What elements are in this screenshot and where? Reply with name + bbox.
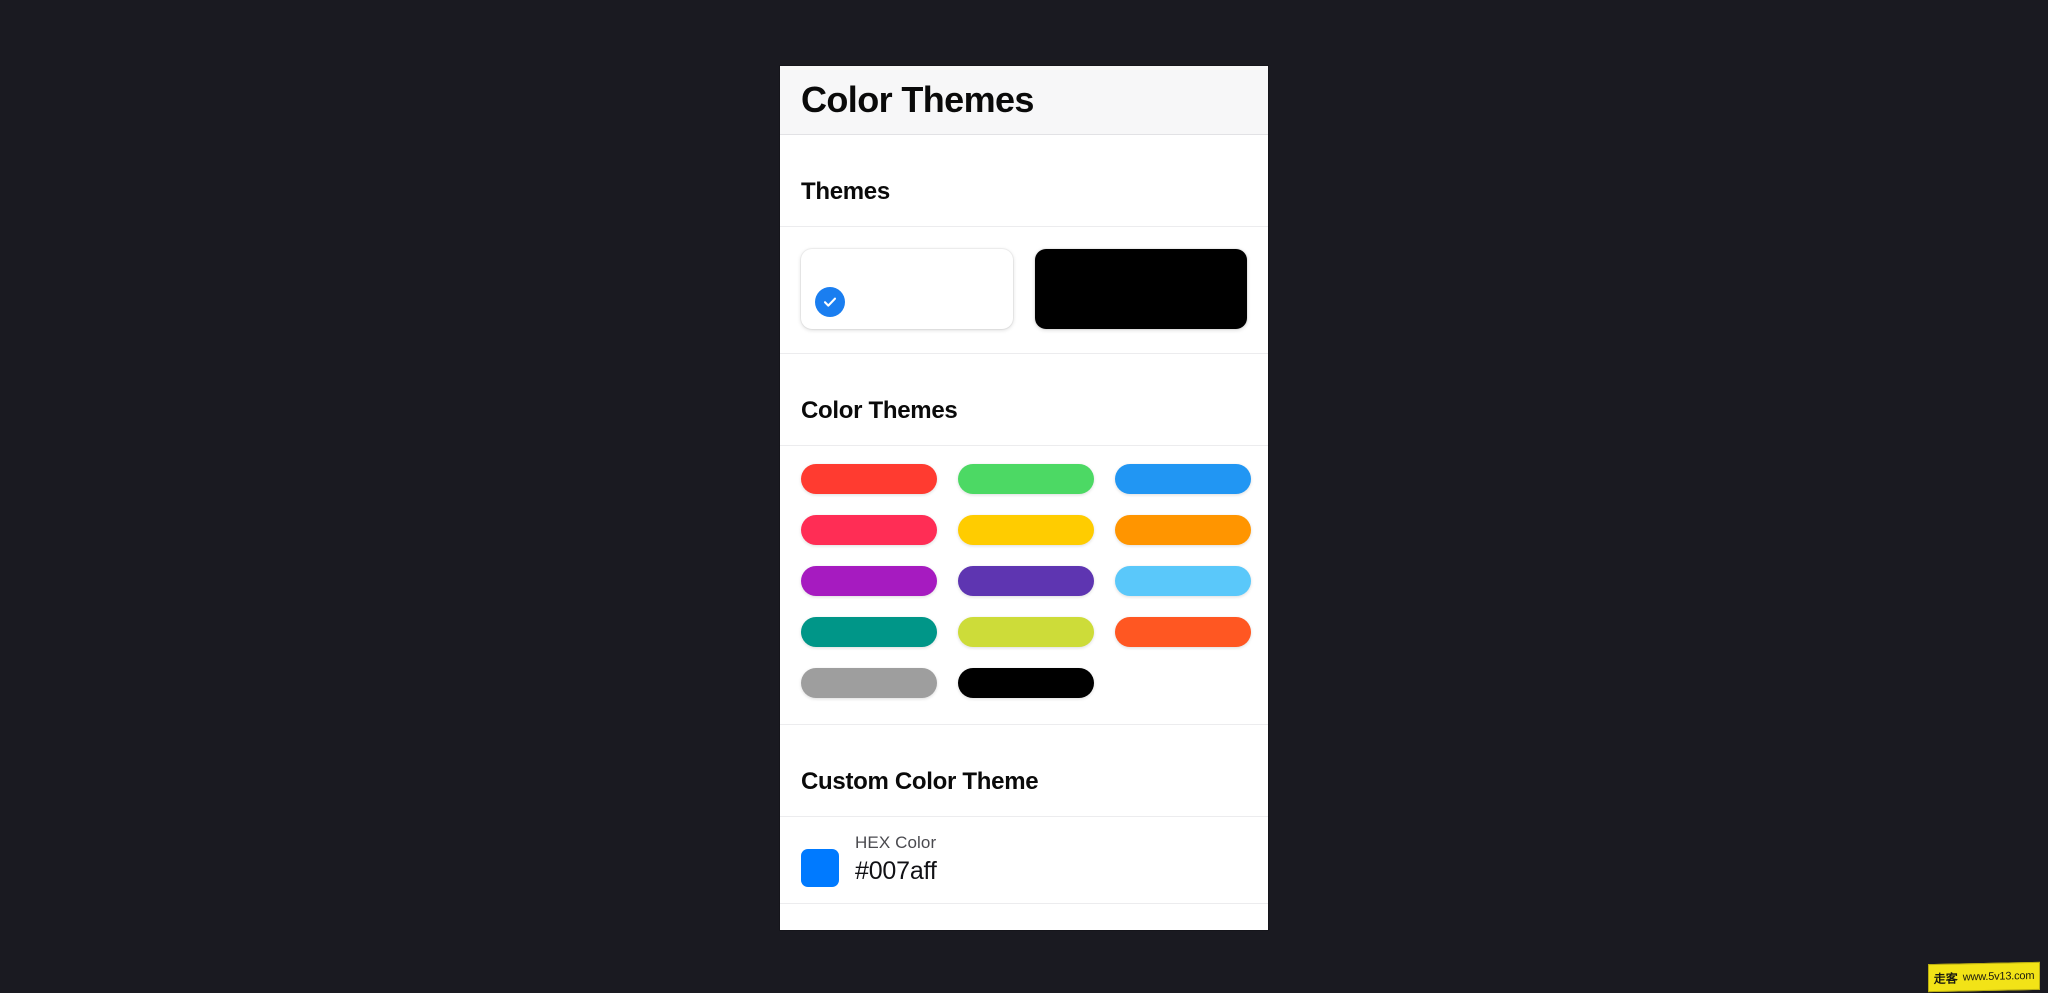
- watermark-cn-text: 走客: [1933, 971, 1958, 986]
- custom-color-swatch[interactable]: [801, 849, 839, 887]
- color-swatch-green[interactable]: [958, 464, 1094, 494]
- color-swatch-grid: [780, 446, 1268, 725]
- watermark-banner: 走客 www.5v13.com: [1928, 961, 2040, 993]
- color-swatch-grey[interactable]: [801, 668, 937, 698]
- color-swatch-black[interactable]: [958, 668, 1094, 698]
- color-themes-section-title: Color Themes: [801, 397, 958, 424]
- color-themes-section-header: Color Themes: [780, 377, 1268, 446]
- themes-section-header: Themes: [780, 158, 1268, 227]
- hex-color-input[interactable]: #007aff: [855, 857, 937, 886]
- themes-section-gap: [780, 135, 1268, 158]
- color-swatch-blue[interactable]: [1115, 464, 1251, 494]
- color-themes-app-panel: Color Themes Themes Color Themes Custom …: [780, 66, 1268, 930]
- color-swatch-deep-purple[interactable]: [958, 566, 1094, 596]
- color-swatch-deep-orange[interactable]: [1115, 617, 1251, 647]
- color-swatch-magenta[interactable]: [801, 566, 937, 596]
- watermark-url-text: www.5v13.com: [1962, 969, 2035, 984]
- color-swatch-light-blue[interactable]: [1115, 566, 1251, 596]
- color-swatch-red[interactable]: [801, 464, 937, 494]
- color-swatch-lime[interactable]: [958, 617, 1094, 647]
- theme-card-light[interactable]: [801, 249, 1013, 329]
- themes-card-row: [780, 227, 1268, 354]
- color-swatch-teal[interactable]: [801, 617, 937, 647]
- custom-color-section-gap: [780, 725, 1268, 748]
- color-swatch-pink[interactable]: [801, 515, 937, 545]
- theme-card-dark[interactable]: [1035, 249, 1247, 329]
- custom-color-fields: HEX Color #007aff: [855, 833, 937, 886]
- custom-color-section-header: Custom Color Theme: [780, 748, 1268, 817]
- color-swatch-orange[interactable]: [1115, 515, 1251, 545]
- color-swatch-yellow[interactable]: [958, 515, 1094, 545]
- nav-header: Color Themes: [780, 66, 1268, 135]
- custom-color-row[interactable]: HEX Color #007aff: [780, 817, 1268, 904]
- themes-section-title: Themes: [801, 178, 890, 205]
- check-circle-icon: [815, 287, 845, 317]
- hex-color-label: HEX Color: [855, 832, 937, 852]
- color-themes-section-gap: [780, 354, 1268, 377]
- custom-color-section-title: Custom Color Theme: [801, 768, 1039, 795]
- page-title: Color Themes: [801, 79, 1034, 120]
